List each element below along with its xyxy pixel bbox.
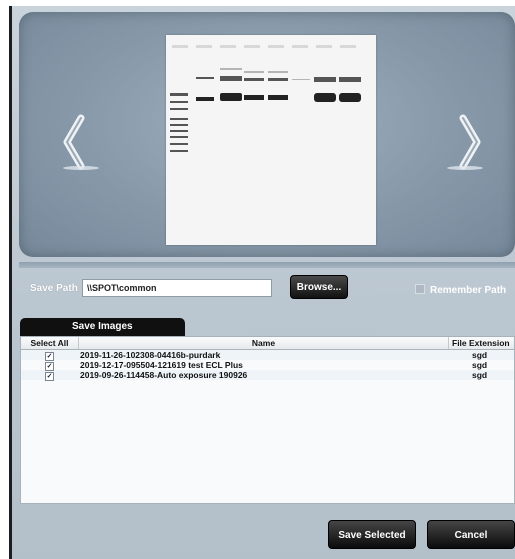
cancel-button[interactable]: Cancel: [427, 520, 515, 549]
save-selected-button[interactable]: Save Selected: [328, 520, 416, 549]
save-path-input[interactable]: [82, 279, 272, 297]
images-table: Select All Name File Extension ✓ 2019-11…: [20, 336, 515, 504]
table-row[interactable]: ✓ 2019-12-17-095504-121619 test ECL Plus…: [21, 360, 514, 371]
save-path-label: Save Path: [30, 283, 78, 294]
row-checkbox[interactable]: ✓: [45, 372, 54, 381]
table-row[interactable]: ✓ 2019-11-26-102308-04416b-purdark sgd: [21, 350, 514, 361]
file-extension-header[interactable]: File Extension: [449, 337, 514, 349]
select-all-header[interactable]: Select All: [21, 337, 79, 349]
table-header: Select All Name File Extension: [21, 337, 514, 350]
remember-path-option[interactable]: Remember Path: [415, 284, 506, 296]
name-header[interactable]: Name: [79, 337, 449, 349]
divider: [19, 262, 515, 268]
row-extension: sgd: [472, 350, 488, 360]
row-name: 2019-11-26-102308-04416b-purdark: [80, 350, 221, 360]
row-extension: sgd: [472, 370, 488, 380]
table-row[interactable]: ✓ 2019-09-26-114458-Auto exposure 190926…: [21, 370, 514, 381]
row-name: 2019-12-17-095504-121619 test ECL Plus: [80, 360, 243, 370]
chevron-left-icon[interactable]: [57, 112, 107, 172]
table-body: ✓ 2019-11-26-102308-04416b-purdark sgd ✓…: [21, 350, 514, 381]
remember-path-checkbox[interactable]: [415, 284, 425, 294]
remember-path-label: Remember Path: [430, 285, 507, 296]
gel-image: [166, 35, 376, 245]
row-extension: sgd: [472, 360, 488, 370]
window-edge: [9, 6, 12, 559]
chevron-right-icon[interactable]: [441, 112, 491, 172]
tab-save-images[interactable]: Save Images: [20, 318, 185, 336]
browse-button[interactable]: Browse...: [290, 275, 348, 299]
row-name: 2019-09-26-114458-Auto exposure 190926: [80, 370, 248, 380]
